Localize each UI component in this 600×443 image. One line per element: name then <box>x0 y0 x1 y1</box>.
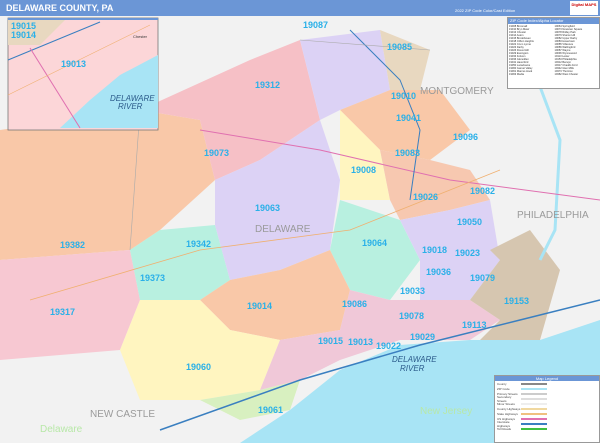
zip-label: 19382 <box>60 240 85 250</box>
legend-item-label: State Highways <box>497 411 518 416</box>
zip-label: 19008 <box>351 165 376 175</box>
zip-label: 19079 <box>470 273 495 283</box>
delaware-state-label: Delaware <box>40 424 83 435</box>
legend-item-label: County Highways <box>497 406 521 411</box>
zip-label: 19018 <box>422 245 447 255</box>
legend-item-label: Toll Roads <box>497 426 512 431</box>
legend-item-label: Minor Streets <box>497 401 515 406</box>
zip-region <box>0 250 140 360</box>
inset-zip-label: 19013 <box>61 59 86 69</box>
zip-index-row: 19063 Media <box>509 73 524 76</box>
zip-index-panel: ZIP Code Index/Alpha Locator 19008 Broom… <box>507 17 600 89</box>
zip-label: 19373 <box>140 273 165 283</box>
zip-label: 19087 <box>303 20 328 30</box>
legend-swatch <box>521 412 547 415</box>
zip-label: 19063 <box>255 203 280 213</box>
zip-label: 19029 <box>410 332 435 342</box>
zip-label: 19064 <box>362 238 387 248</box>
zip-label: 19026 <box>413 192 438 202</box>
zip-label: 19050 <box>457 217 482 227</box>
zip-label: 19015 <box>318 336 343 346</box>
zip-label: 19096 <box>453 132 478 142</box>
zip-label: 19036 <box>426 267 451 277</box>
river-label: DELAWARE <box>392 355 437 364</box>
map-legend: Map Legend County ZIP Code Primary Streets… <box>494 375 600 443</box>
legend-item: Toll Roads <box>495 426 599 431</box>
zip-label: 19083 <box>395 148 420 158</box>
legend-item-label: County <box>497 381 507 386</box>
zip-label: 19014 <box>247 301 272 311</box>
legend-swatch <box>521 422 547 425</box>
zip-label: 19073 <box>204 148 229 158</box>
zip-index-row: 19382 West Chester <box>554 73 579 76</box>
zip-label: 19113 <box>462 320 487 330</box>
inset-river-label: RIVER <box>118 102 143 111</box>
legend-swatch <box>521 407 547 410</box>
zip-label: 19312 <box>255 80 280 90</box>
edition-label: 2022 ZIP Code Color/Cast Edition <box>455 8 516 13</box>
zip-label: 19342 <box>186 239 211 249</box>
zip-label: 19078 <box>399 311 424 321</box>
montgomery-label: MONTGOMERY <box>420 86 494 97</box>
publisher-logo: Digital MAPS <box>570 1 598 15</box>
zip-label: 19061 <box>258 405 283 415</box>
legend-item-label: ZIP Code <box>497 386 510 391</box>
zip-label: 19033 <box>400 286 425 296</box>
inset-map[interactable]: 19015 19014 19013 DELAWARE RIVER Chester <box>7 17 159 131</box>
new-jersey-label: New Jersey <box>420 406 472 417</box>
legend-swatch <box>521 402 547 405</box>
county-label: DELAWARE <box>255 224 311 235</box>
zip-label: 19317 <box>50 307 75 317</box>
zip-label: 19082 <box>470 186 495 196</box>
legend-swatch <box>521 417 547 420</box>
legend-swatch <box>521 382 547 385</box>
zip-label: 19153 <box>504 296 529 306</box>
zip-label: 19060 <box>186 362 211 372</box>
legend-swatch <box>521 392 547 395</box>
zip-label: 19041 <box>396 113 421 123</box>
legend-swatch <box>521 387 547 390</box>
zip-label: 19085 <box>387 42 412 52</box>
legend-swatch <box>521 397 547 400</box>
inset-zip-label: 19014 <box>11 30 36 40</box>
zip-label: 19013 <box>348 337 373 347</box>
zip-label: 19022 <box>376 341 401 351</box>
new-castle-label: NEW CASTLE <box>90 409 155 420</box>
zip-label: 19023 <box>455 248 480 258</box>
zip-label: 19010 <box>391 91 416 101</box>
philadelphia-label: PHILADELPHIA <box>517 210 589 221</box>
header-bar: DELAWARE COUNTY, PA 2022 ZIP Code Color/… <box>0 0 600 16</box>
zip-label: 19086 <box>342 299 367 309</box>
map-title: DELAWARE COUNTY, PA <box>6 3 114 13</box>
zip-index-list: 19008 Broomall 19010 Bryn Mawr 19013 Chest… <box>508 24 599 77</box>
river-label: RIVER <box>400 364 425 373</box>
inset-town-label: Chester <box>133 34 148 39</box>
legend-swatch <box>521 427 547 430</box>
